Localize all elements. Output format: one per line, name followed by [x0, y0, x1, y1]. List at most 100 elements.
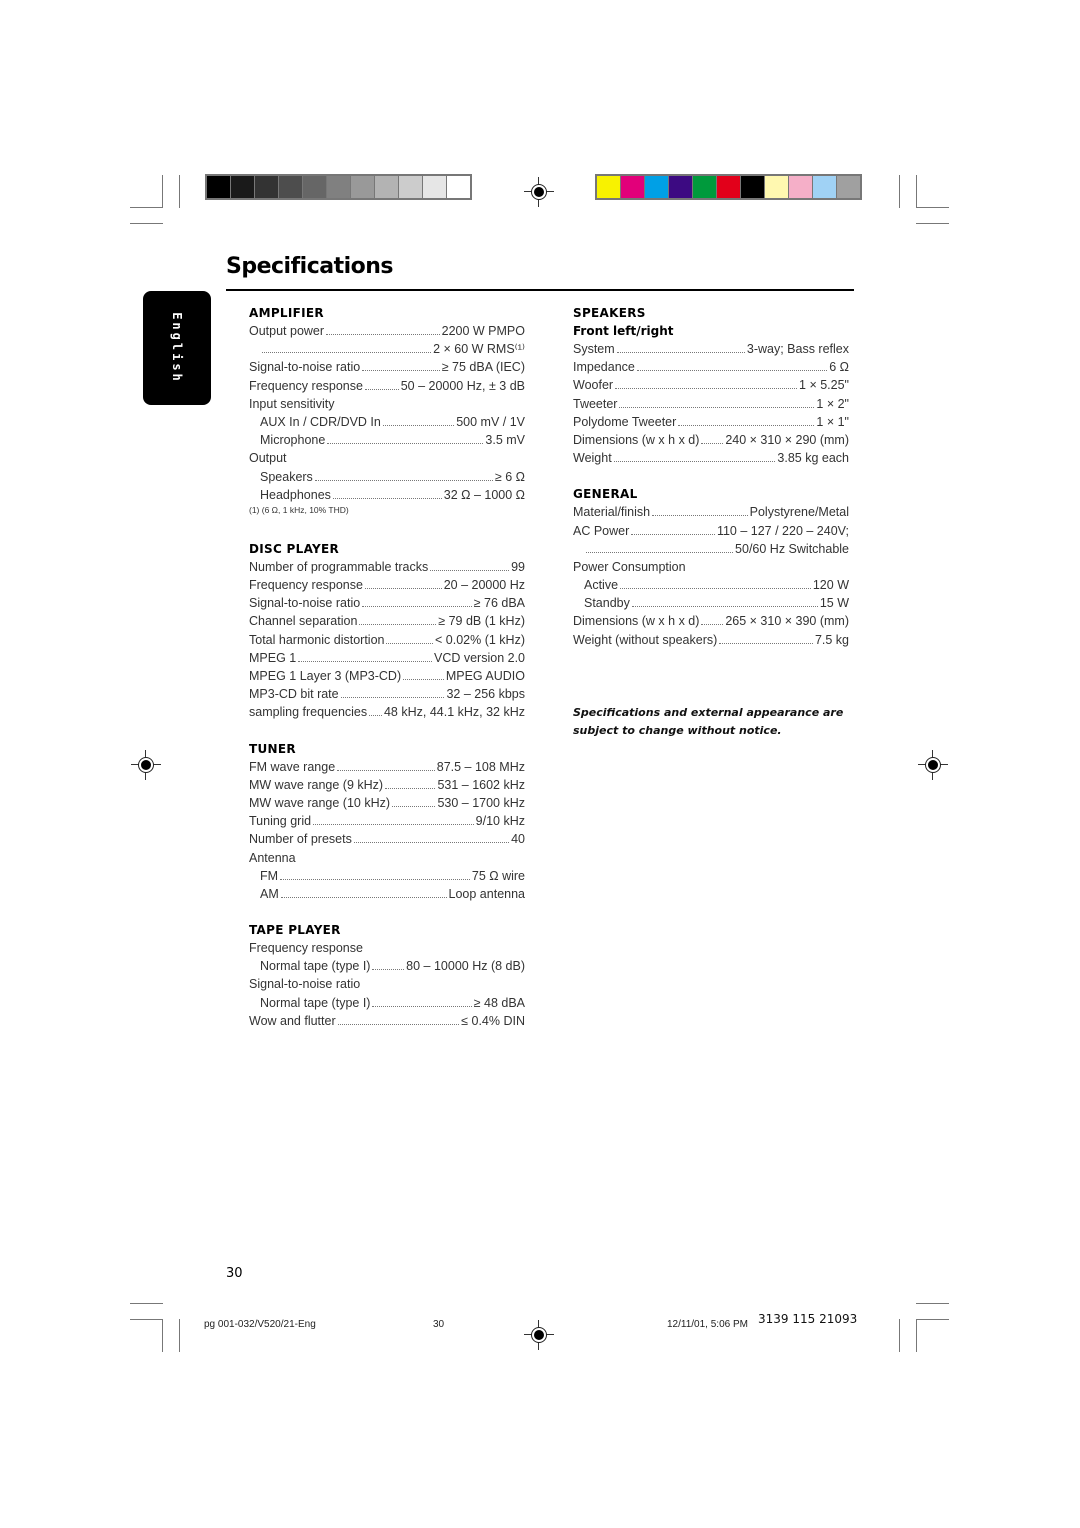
spec-row: Signal-to-noise ratio ≥ 76 dBA [249, 594, 525, 612]
section-heading-tape-player: TAPE PLAYER [249, 923, 341, 938]
spec-value: 50/60 Hz Switchable [735, 541, 849, 556]
tuner-spec-list: FM wave range 87.5 – 108 MHz MW wave range… [249, 758, 525, 904]
color-swatch [717, 176, 740, 198]
grayscale-swatch [231, 176, 254, 198]
grayscale-swatch [279, 176, 302, 198]
color-swatch [621, 176, 644, 198]
spec-label: Signal-to-noise ratio [249, 977, 361, 992]
language-tab-label: English [170, 312, 184, 384]
spec-label: System [573, 342, 615, 356]
dot-leader [313, 823, 474, 826]
spec-value: 531 – 1602 kHz [437, 777, 525, 792]
registration-mark-icon [918, 750, 948, 780]
spec-value: 48 kHz, 44.1 kHz, 32 kHz [383, 705, 525, 720]
spec-label: Weight (without speakers) [573, 632, 718, 647]
disc-player-spec-list: Number of programmable tracks 99 Frequency… [249, 558, 525, 722]
dot-leader [620, 587, 811, 590]
spec-value: 120 W [812, 578, 849, 593]
dot-leader [353, 841, 510, 844]
spec-value: 1 × 1" [816, 414, 849, 429]
spec-label: Polydome Tweeter [573, 414, 677, 429]
spec-row: Headphones 32 Ω – 1000 Ω [249, 486, 525, 504]
spec-row: Frequency response 20 – 20000 Hz [249, 576, 525, 594]
spec-row: FM 75 Ω wire [249, 867, 525, 885]
dot-leader [280, 878, 470, 880]
dot-leader [392, 805, 436, 807]
spec-row: MP3-CD bit rate 32 – 256 kbps [249, 685, 525, 703]
dot-leader [631, 533, 715, 535]
color-calibration-bar [595, 174, 862, 200]
spec-row: Dimensions (w x h x d) 265 × 310 × 390 (m… [573, 612, 849, 630]
spec-value: ≥ 75 dBA (IEC) [441, 360, 525, 375]
footer-product-code: 3139 115 21093 [758, 1312, 858, 1326]
spec-column-left: AMPLIFIER Output power 2200 W PMPO 2 × 60 … [249, 304, 525, 1030]
spec-label: Dimensions (w x h x d) [573, 614, 700, 629]
color-swatch [597, 176, 620, 198]
spec-label: Number of presets [249, 832, 352, 847]
spec-value: 530 – 1700 kHz [437, 795, 525, 810]
spec-value: 99 [511, 559, 525, 574]
spec-label: AUX In / CDR/DVD In [260, 414, 381, 429]
dot-leader [372, 968, 405, 971]
spec-row: MW wave range (10 kHz) 530 – 1700 kHz [249, 794, 525, 812]
spec-label: Frequency response [249, 578, 363, 593]
spec-row: Dimensions (w x h x d) 240 × 310 × 290 (m… [573, 431, 849, 449]
spec-value: MPEG AUDIO [445, 669, 525, 683]
spec-value: 40 [511, 832, 525, 847]
spec-value: ≥ 48 dBA [473, 995, 525, 1010]
spec-row: AC Power 110 – 127 / 220 – 240V; [573, 522, 849, 540]
crop-mark [916, 1319, 949, 1320]
section-heading-amplifier: AMPLIFIER [249, 306, 324, 320]
spec-row: Power Consumption [573, 558, 849, 576]
dot-leader [382, 424, 455, 426]
dot-leader [262, 351, 432, 354]
spec-row: Standby 15 W [573, 594, 849, 612]
spec-label: Number of programmable tracks [249, 559, 429, 574]
dot-leader [701, 623, 724, 626]
crop-mark [130, 1303, 163, 1304]
spec-label: MPEG 1 Layer 3 (MP3-CD) [249, 669, 402, 683]
dot-leader [631, 605, 818, 608]
spec-row: Output power 2200 W PMPO [249, 322, 525, 340]
crop-mark [162, 1319, 163, 1352]
spec-value: 240 × 310 × 290 (mm) [725, 432, 849, 447]
spec-value: < 0.02% (1 kHz) [435, 632, 525, 647]
spec-label: Signal-to-noise ratio [249, 596, 361, 611]
spec-label: Antenna [249, 850, 296, 865]
spec-value: 265 × 310 × 390 (mm) [725, 614, 849, 629]
spec-label: FM [260, 868, 279, 883]
spec-row: Input sensitivity [249, 395, 525, 413]
dot-leader [364, 388, 399, 390]
color-swatch [765, 176, 788, 198]
subheading-front-left-right: Front left/right [573, 324, 674, 338]
spec-row: Wow and flutter ≤ 0.4% DIN [249, 1012, 525, 1030]
crop-mark [916, 207, 949, 208]
spec-row: System 3-way; Bass reflex [573, 340, 849, 358]
spec-value: 1 × 2" [816, 396, 849, 411]
general-spec-list: Material/finish Polystyrene/Metal AC Power… [573, 503, 849, 649]
spec-row: Frequency response [249, 939, 525, 957]
spec-row: Tuning grid 9/10 kHz [249, 812, 525, 830]
spec-label: Weight [573, 451, 612, 466]
spec-label: Headphones [260, 487, 331, 502]
section-heading-speakers: SPEAKERS [573, 306, 646, 320]
spec-row: AUX In / CDR/DVD In 500 mV / 1V [249, 413, 525, 431]
dot-leader [332, 497, 442, 499]
color-swatch [837, 176, 860, 198]
spec-value: Polystyrene/Metal [749, 505, 849, 520]
dot-leader [337, 769, 435, 771]
spec-row: MW wave range (9 kHz) 531 – 1602 kHz [249, 776, 525, 794]
spec-label: sampling frequencies [249, 705, 368, 720]
dot-leader [372, 1005, 472, 1007]
spec-row: Number of programmable tracks 99 [249, 558, 525, 576]
spec-row: Normal tape (type I) ≥ 48 dBA [249, 994, 525, 1012]
spec-value: 1 × 5.25" [799, 378, 849, 393]
page-number: 30 [226, 1266, 243, 1281]
dot-leader [326, 333, 440, 335]
spec-value: ≥ 76 dBA [473, 596, 525, 611]
spec-row: Material/finish Polystyrene/Metal [573, 503, 849, 521]
spec-label: Frequency response [249, 378, 363, 393]
spec-value: 6 Ω [829, 360, 849, 375]
spec-label: Output [249, 451, 287, 466]
spec-row: Number of presets 40 [249, 830, 525, 848]
